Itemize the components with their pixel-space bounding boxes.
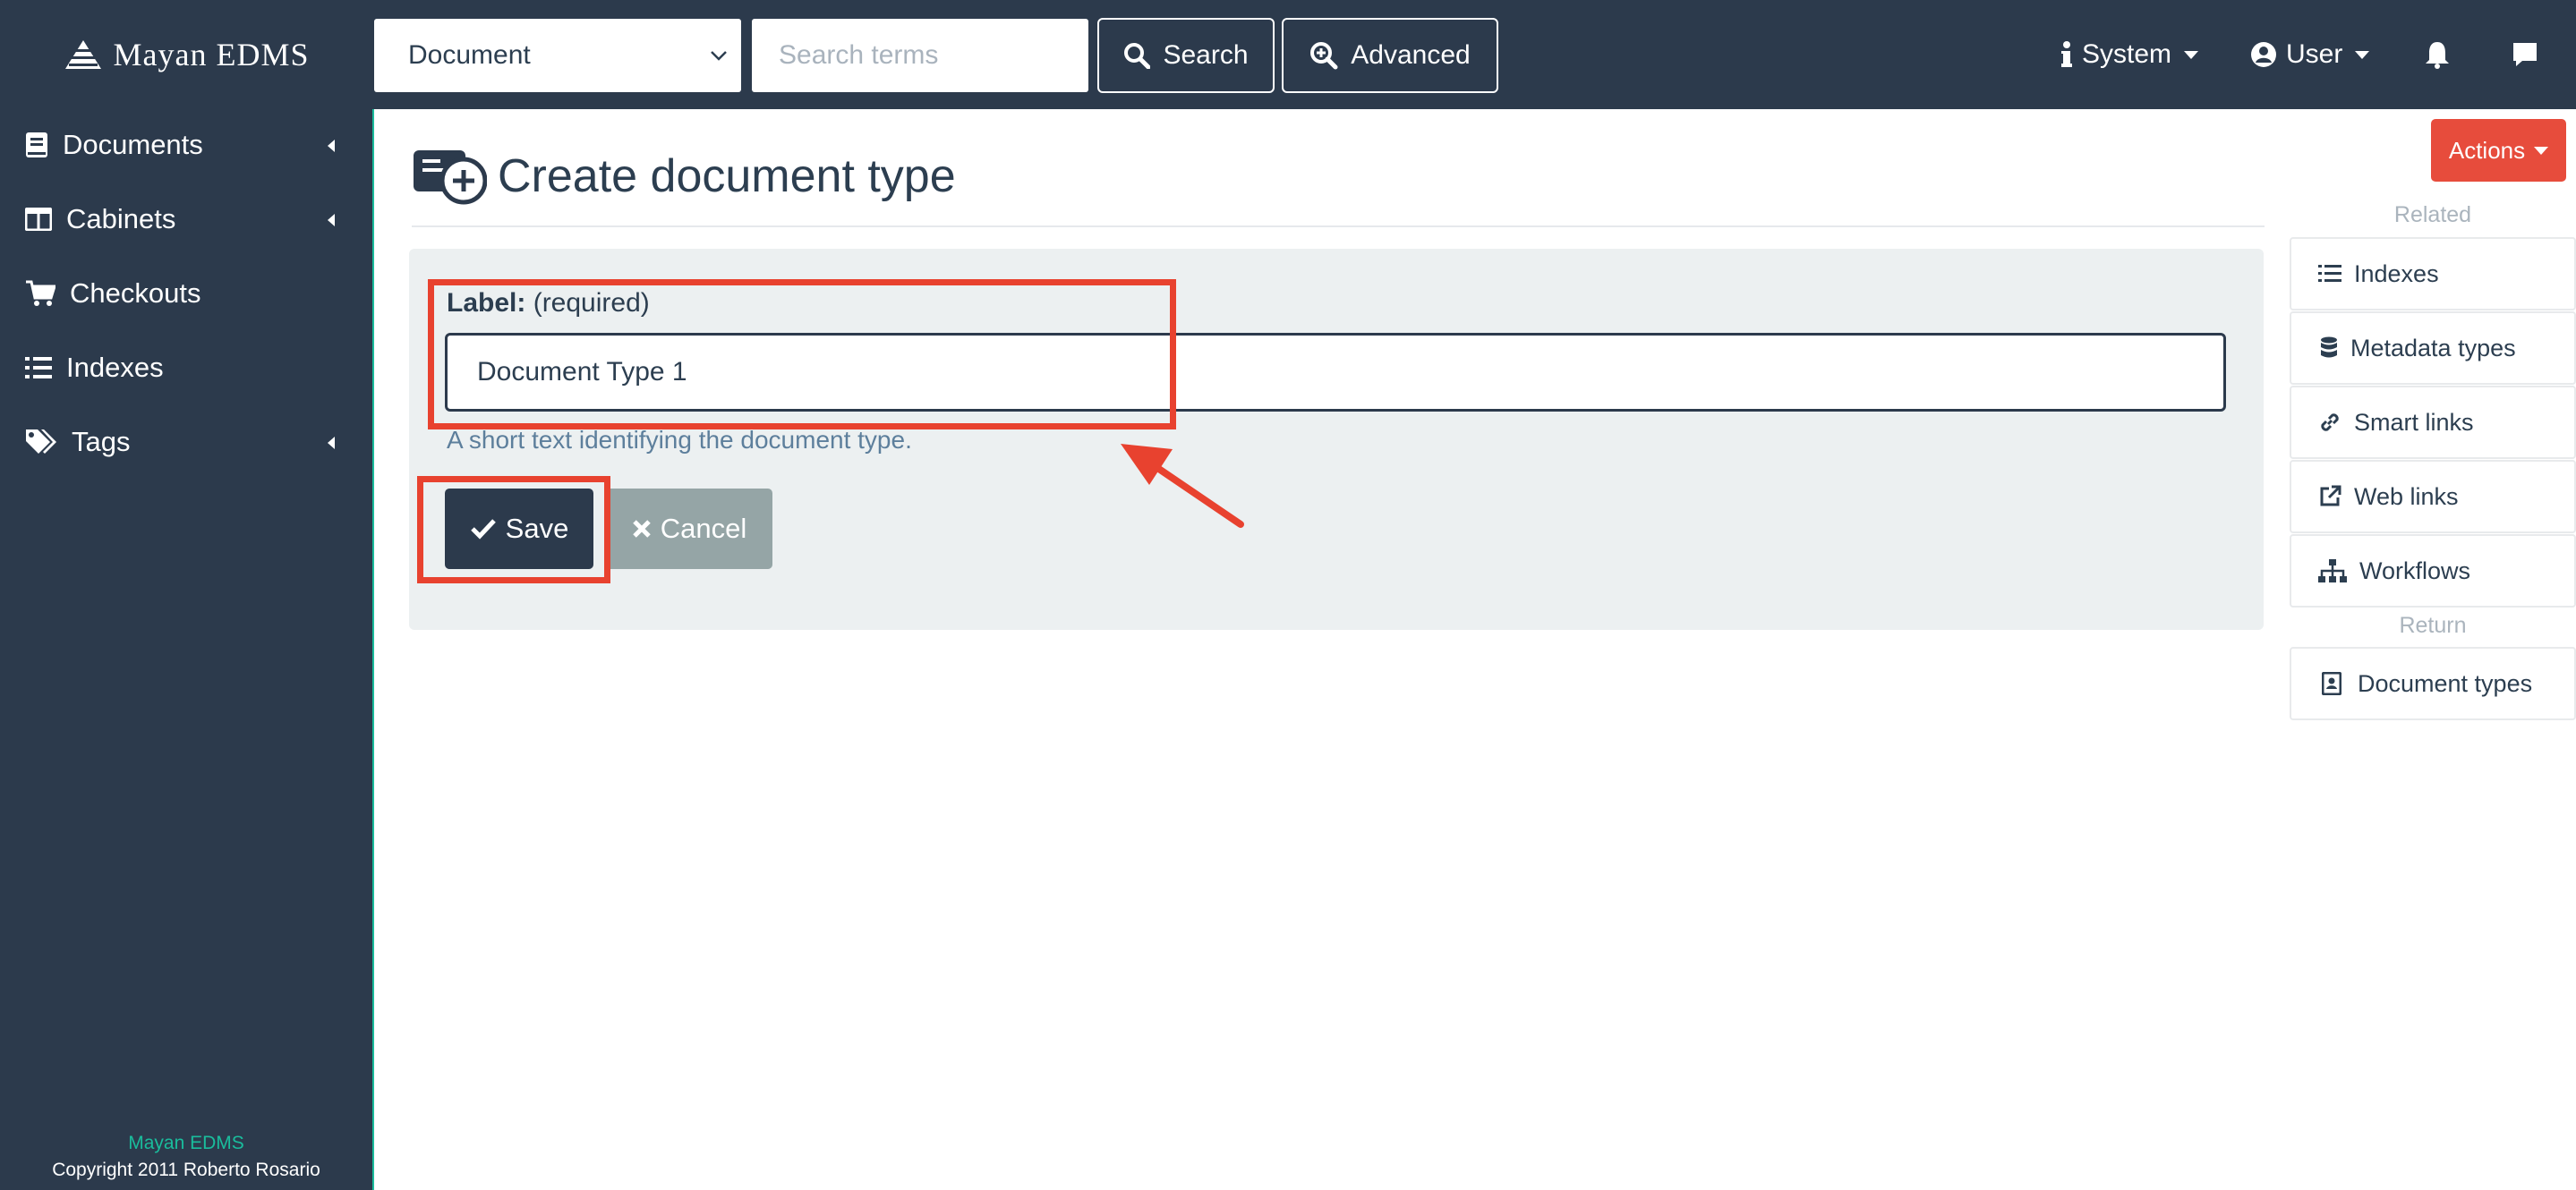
create-form-panel: Label: (required) A short text identifyi… <box>409 249 2264 630</box>
advanced-search-button[interactable]: Advanced <box>1282 18 1498 93</box>
sitemap-icon <box>2318 559 2347 582</box>
tags-icon <box>26 429 56 454</box>
related-item-label: Smart links <box>2354 408 2474 436</box>
check-icon <box>470 519 496 540</box>
external-link-icon <box>2320 485 2341 506</box>
system-menu-label: System <box>2082 39 2172 69</box>
page-header: Create document type <box>412 145 2265 227</box>
database-icon <box>2321 336 2337 358</box>
caret-down-icon <box>2184 50 2199 59</box>
sidebar-item-indexes[interactable]: Indexes <box>0 332 372 404</box>
caret-down-icon <box>2355 50 2370 59</box>
list-icon <box>25 357 52 378</box>
document-type-create-icon <box>414 150 487 205</box>
related-item-label: Web links <box>2354 482 2459 510</box>
related-item-label: Metadata types <box>2350 334 2516 361</box>
shopping-cart-icon <box>26 280 55 306</box>
required-indicator: (required) <box>533 288 650 318</box>
actions-label: Actions <box>2448 136 2526 164</box>
advanced-button-label: Advanced <box>1351 40 1471 70</box>
sidebar-item-cabinets[interactable]: Cabinets <box>0 183 372 255</box>
sidebar-item-checkouts[interactable]: Checkouts <box>0 258 372 329</box>
sidebar-item-label: Checkouts <box>70 277 201 309</box>
label-input[interactable] <box>445 333 2226 412</box>
brand-name: Mayan EDMS <box>113 37 310 72</box>
page-title: Create document type <box>498 150 956 202</box>
list-icon <box>2318 265 2341 282</box>
related-heading: Related <box>2393 202 2472 227</box>
messages-button[interactable] <box>2512 0 2538 109</box>
sidebar-item-label: Indexes <box>66 352 164 383</box>
link-icon <box>2321 413 2339 431</box>
save-button[interactable]: Save <box>445 489 593 569</box>
user-menu-label: User <box>2286 39 2343 69</box>
close-icon <box>632 520 651 538</box>
search-input[interactable] <box>752 19 1088 92</box>
sidebar-footer: Mayan EDMS Copyright 2011 Roberto Rosari… <box>0 1133 372 1181</box>
cancel-button-label: Cancel <box>660 513 747 544</box>
notifications-button[interactable] <box>2425 0 2450 109</box>
search-icon <box>1124 43 1151 69</box>
return-item-document-types[interactable]: Document types <box>2290 647 2576 720</box>
address-book-icon <box>2322 672 2341 695</box>
sidebar-item-label: Tags <box>72 426 131 457</box>
book-icon <box>26 132 47 157</box>
sidebar-item-label: Cabinets <box>66 203 176 234</box>
cancel-button[interactable]: Cancel <box>606 489 772 569</box>
related-item-label: Indexes <box>2354 259 2439 287</box>
label-field-name: Label: <box>447 288 526 318</box>
footer-copyright: Copyright 2011 Roberto Rosario <box>52 1160 320 1180</box>
caret-left-icon <box>328 140 335 152</box>
system-menu[interactable]: System <box>2060 0 2199 109</box>
related-item-web-links[interactable]: Web links <box>2290 460 2576 533</box>
related-item-workflows[interactable]: Workflows <box>2290 534 2576 608</box>
actions-dropdown-button[interactable]: Actions <box>2431 119 2566 182</box>
caret-left-icon <box>328 437 335 449</box>
user-circle-icon <box>2251 42 2276 67</box>
search-scope-value: Document <box>408 40 531 70</box>
sidebar: Documents Cabinets Checkouts Indexes Tag… <box>0 109 374 1190</box>
related-item-metadata-types[interactable]: Metadata types <box>2290 311 2576 385</box>
caret-down-icon <box>2534 146 2549 155</box>
return-item-label: Document types <box>2358 669 2533 697</box>
label-field-label: Label: (required) <box>447 288 650 319</box>
label-help-text: A short text identifying the document ty… <box>447 426 912 454</box>
sidebar-item-label: Documents <box>63 129 203 160</box>
chevron-down-icon <box>711 51 727 61</box>
columns-icon <box>25 208 52 231</box>
sidebar-item-documents[interactable]: Documents <box>0 109 372 181</box>
related-item-smart-links[interactable]: Smart links <box>2290 386 2576 459</box>
caret-left-icon <box>328 214 335 226</box>
sidebar-item-tags[interactable]: Tags <box>0 406 372 478</box>
zoom-in-icon <box>1310 42 1338 70</box>
search-button-label: Search <box>1163 40 1249 70</box>
search-button[interactable]: Search <box>1097 18 1275 93</box>
footer-brand-link[interactable]: Mayan EDMS <box>0 1133 372 1154</box>
annotation-arrow <box>1121 444 1244 528</box>
return-heading: Return <box>2399 613 2467 638</box>
pyramid-icon <box>64 40 101 69</box>
info-icon <box>2061 41 2072 67</box>
user-menu[interactable]: User <box>2250 0 2370 109</box>
brand-logo[interactable]: Mayan EDMS <box>0 0 374 109</box>
bell-icon <box>2426 42 2449 69</box>
comment-icon <box>2513 43 2537 66</box>
related-item-indexes[interactable]: Indexes <box>2290 237 2576 310</box>
related-item-label: Workflows <box>2359 557 2471 584</box>
search-scope-select[interactable]: Document <box>374 19 741 92</box>
save-button-label: Save <box>505 513 569 544</box>
